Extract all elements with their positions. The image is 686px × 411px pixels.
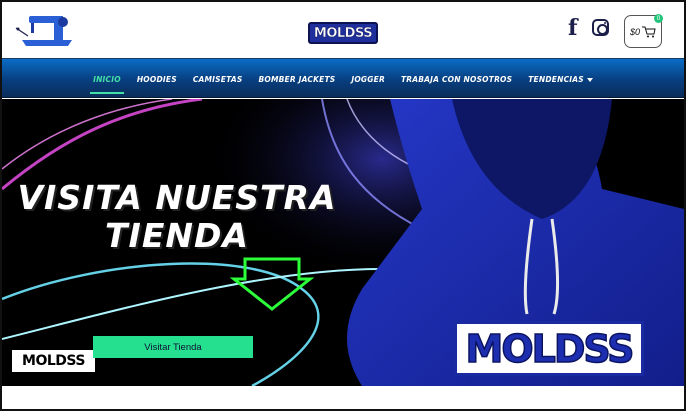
hoodie-print-logo: MOLDSS	[454, 321, 644, 376]
nav-item-bomber-jackets[interactable]: Bomber Jackets	[258, 71, 335, 88]
nav-item-tendencias[interactable]: Tendencias	[528, 71, 593, 88]
nav-item-tendencias-label: Tendencias	[528, 74, 584, 84]
brand-logo-small-text: MOLDSS	[22, 353, 85, 369]
nav-item-jogger[interactable]: Jogger	[351, 71, 385, 88]
sewing-machine-logo[interactable]	[14, 10, 74, 50]
cart-count-badge: 0	[654, 14, 663, 23]
nav-item-trabaja[interactable]: Trabaja con nosotros	[401, 71, 512, 88]
cart-icon	[642, 26, 656, 37]
hoodie-print-text: MOLDSS	[465, 326, 635, 372]
facebook-icon[interactable]: f	[568, 16, 582, 40]
brand-logo-text: MOLDSS	[313, 25, 373, 41]
nav-item-camisetas[interactable]: Camisetas	[193, 71, 243, 88]
cart-amount: $0	[629, 26, 640, 37]
site-header: MOLDSS f $0 0	[2, 2, 684, 58]
instagram-icon[interactable]	[592, 19, 609, 36]
hero-headline-line2: TIENDA	[105, 216, 249, 255]
hero-headline-line1: VISITA NUESTRA	[17, 178, 337, 217]
page: MOLDSS f $0 0 Inicio Hoodies Camisetas B…	[0, 0, 686, 411]
hero-headline: VISITA NUESTRA TIENDA	[12, 179, 342, 255]
visit-store-button[interactable]: Visitar Tienda	[93, 336, 253, 358]
brand-logo[interactable]: MOLDSS	[308, 22, 378, 44]
hero-banner: VISITA NUESTRA TIENDA MOLDSS Visitar Tie…	[2, 99, 684, 386]
nav-item-hoodies[interactable]: Hoodies	[137, 71, 177, 88]
chevron-down-icon	[586, 77, 593, 82]
main-nav: Inicio Hoodies Camisetas Bomber Jackets …	[2, 58, 684, 98]
brand-logo-small: MOLDSS	[12, 350, 95, 372]
nav-item-inicio[interactable]: Inicio	[90, 71, 124, 94]
